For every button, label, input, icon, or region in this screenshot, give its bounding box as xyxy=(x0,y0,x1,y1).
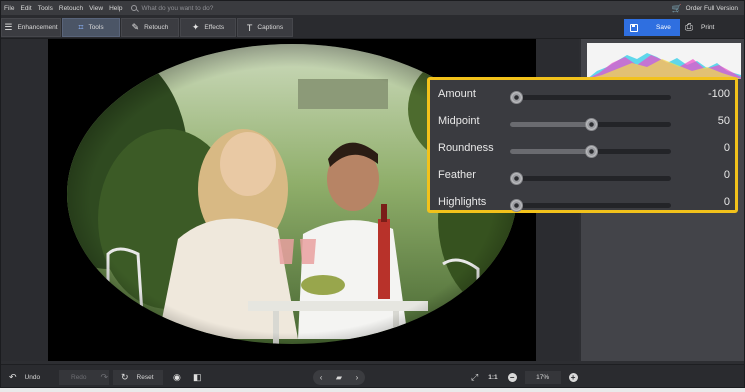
slider-label-roundness: Roundness xyxy=(438,142,494,154)
slider-row-midpoint: Midpoint 50 xyxy=(438,113,734,133)
order-full-version-link[interactable]: 🛒 Order Full Version xyxy=(672,1,738,15)
redo-label: Redo xyxy=(71,374,87,381)
slider-fill-midpoint xyxy=(510,122,591,127)
menu-tools[interactable]: Tools xyxy=(35,5,56,12)
tab-label: Tools xyxy=(88,24,104,31)
bottom-bar: ↶ Undo Redo ↷ ↻ Reset ◉ ◧ ‹ ▰ › ⤢ 1:1 − … xyxy=(1,364,744,387)
slider-row-feather: Feather 0 xyxy=(438,167,734,187)
undo-button[interactable]: ↶ Undo xyxy=(9,370,40,385)
slider-handle-midpoint[interactable] xyxy=(584,118,598,131)
photo-editor-window: File Edit Tools Retouch View Help What d… xyxy=(0,0,745,388)
slider-label-highlights: Highlights xyxy=(438,196,487,208)
tab-effects[interactable]: ✦ Effects xyxy=(180,18,236,37)
tab-tools[interactable]: ⌗ Tools xyxy=(62,18,120,37)
command-search[interactable]: What do you want to do? xyxy=(131,5,213,12)
previous-file-icon[interactable]: ‹ xyxy=(320,373,323,382)
menu-file[interactable]: File xyxy=(1,5,17,12)
redo-icon: ↷ xyxy=(100,372,109,382)
slider-track-midpoint[interactable] xyxy=(510,118,671,131)
tab-captions[interactable]: T Captions xyxy=(237,18,293,37)
slider-label-amount: Amount xyxy=(438,88,476,100)
slider-track-highlights[interactable] xyxy=(510,199,671,212)
slider-label-midpoint: Midpoint xyxy=(438,115,480,127)
menu-help[interactable]: Help xyxy=(106,5,125,12)
brush-icon: ✎ xyxy=(131,22,140,32)
sliders-icon: ☰ xyxy=(4,22,13,32)
slider-row-roundness: Roundness 0 xyxy=(438,140,734,160)
print-label: Print xyxy=(701,24,715,31)
printer-icon: ⎙ xyxy=(685,22,693,33)
save-button[interactable]: Save xyxy=(624,19,680,36)
search-placeholder: What do you want to do? xyxy=(141,4,214,12)
slider-value-midpoint: 50 xyxy=(717,115,730,127)
slider-track-feather[interactable] xyxy=(510,172,671,185)
undo-icon: ↶ xyxy=(9,372,17,382)
compare-toggle[interactable]: ◧ xyxy=(193,370,210,385)
reset-icon: ↻ xyxy=(121,372,129,382)
slider-value-amount: -100 xyxy=(707,88,730,100)
save-label: Save xyxy=(656,24,671,31)
cart-icon: 🛒 xyxy=(671,3,682,13)
menu-view[interactable]: View xyxy=(86,5,106,12)
actual-size-button[interactable]: 1:1 xyxy=(488,374,497,381)
slider-value-roundness: 0 xyxy=(723,142,730,154)
slider-label-feather: Feather xyxy=(438,169,476,181)
zoom-value[interactable]: 17% xyxy=(524,371,561,384)
zoom-out-icon[interactable]: − xyxy=(507,373,517,382)
zoom-controls: ⤢ 1:1 − 17% + xyxy=(471,370,578,385)
slider-row-highlights: Highlights 0 xyxy=(438,194,734,214)
reset-label: Reset xyxy=(136,374,154,381)
zoom-in-icon[interactable]: + xyxy=(568,373,578,382)
redo-button[interactable]: Redo ↷ xyxy=(71,370,116,385)
slider-handle-amount[interactable] xyxy=(510,91,524,104)
text-icon: T xyxy=(246,22,253,33)
slider-track-roundness[interactable] xyxy=(510,145,671,158)
menu-edit[interactable]: Edit xyxy=(17,5,34,12)
tab-label: Retouch xyxy=(144,24,169,31)
tab-label: Enhancement xyxy=(17,24,58,31)
compare-icon: ◧ xyxy=(193,372,202,382)
undo-label: Undo xyxy=(24,374,41,381)
crop-icon: ⌗ xyxy=(78,22,84,32)
preview-toggle[interactable]: ◉ xyxy=(173,370,189,385)
reset-button[interactable]: ↻ Reset xyxy=(121,370,154,385)
next-file-icon[interactable]: › xyxy=(356,373,359,382)
tab-retouch[interactable]: ✎ Retouch xyxy=(121,18,179,37)
floppy-disk-icon xyxy=(630,23,638,32)
slider-row-amount: Amount -100 xyxy=(438,86,734,106)
histogram xyxy=(587,43,741,79)
fit-to-screen-icon[interactable]: ⤢ xyxy=(471,372,478,383)
slider-handle-highlights[interactable] xyxy=(510,199,524,212)
tab-label: Effects xyxy=(204,24,225,31)
tab-enhancement[interactable]: ☰ Enhancement xyxy=(1,18,61,37)
slider-value-highlights: 0 xyxy=(723,196,730,208)
slider-value-feather: 0 xyxy=(723,169,730,181)
slider-track-amount[interactable] xyxy=(510,91,671,104)
order-label: Order Full Version xyxy=(685,4,738,12)
slider-handle-feather[interactable] xyxy=(510,172,524,185)
search-icon xyxy=(131,5,138,11)
eye-icon: ◉ xyxy=(173,372,181,382)
magic-wand-icon: ✦ xyxy=(191,22,200,32)
tab-label: Captions xyxy=(257,24,284,31)
slider-handle-roundness[interactable] xyxy=(584,145,598,158)
menu-retouch[interactable]: Retouch xyxy=(56,5,86,12)
file-navigation: ‹ ▰ › xyxy=(313,370,365,385)
print-button[interactable]: ⎙ Print xyxy=(685,19,714,36)
folder-icon[interactable]: ▰ xyxy=(336,373,342,382)
vignette-settings-popup: Amount -100 Midpoint 50 Roundness 0 Feather 0 Hi… xyxy=(427,77,738,213)
slider-fill-roundness xyxy=(510,149,591,154)
menu-bar: File Edit Tools Retouch View Help What d… xyxy=(1,1,744,15)
